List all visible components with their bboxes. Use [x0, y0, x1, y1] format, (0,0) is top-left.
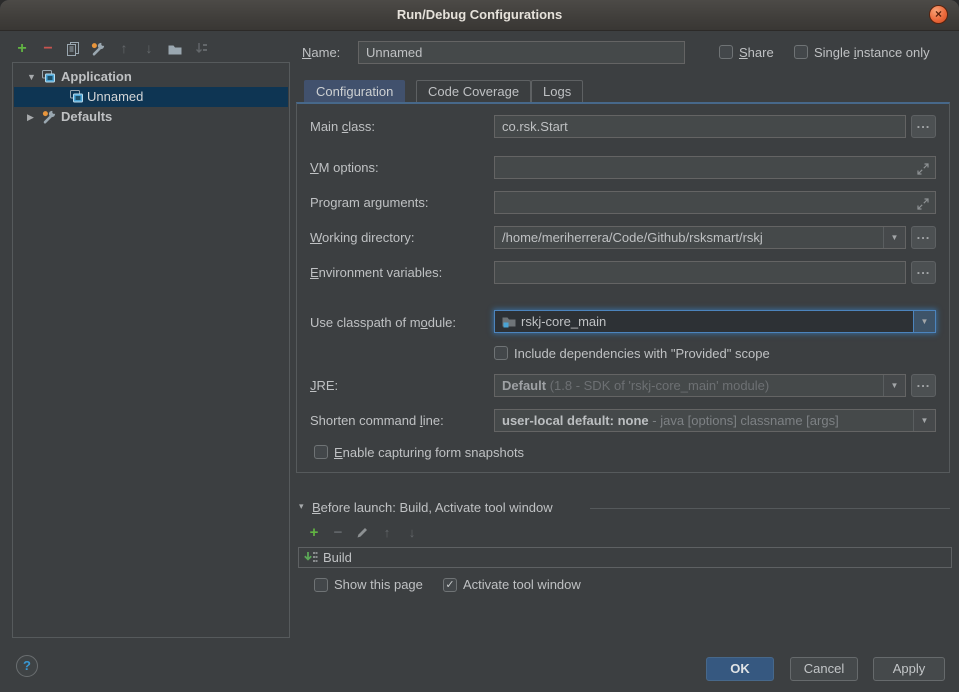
- move-down-icon[interactable]: ↓: [140, 40, 158, 58]
- use-classpath-combobox[interactable]: rskj-core_main ▼: [494, 310, 936, 333]
- expand-field-icon[interactable]: [916, 161, 930, 179]
- jre-browse-button[interactable]: ...: [911, 374, 936, 397]
- help-button[interactable]: ?: [16, 655, 38, 677]
- working-directory-label: Working directory:: [310, 230, 415, 245]
- window-title: Run/Debug Configurations: [0, 7, 959, 22]
- title-bar[interactable]: Run/Debug Configurations ×: [0, 0, 959, 31]
- jre-label: JRE:: [310, 378, 338, 393]
- wrench-icon: [41, 109, 57, 125]
- chevron-collapsed-icon[interactable]: ▶: [27, 107, 34, 127]
- check-icon: ✓: [445, 579, 454, 591]
- activate-tool-window-checkbox[interactable]: ✓: [443, 578, 457, 592]
- use-classpath-label: Use classpath of module:: [310, 315, 456, 330]
- remove-configuration-button[interactable]: −: [39, 40, 57, 58]
- name-label: Name:: [302, 45, 340, 60]
- task-label: Build: [323, 548, 352, 567]
- application-icon: [41, 69, 57, 85]
- tree-item-label: Defaults: [61, 107, 112, 127]
- expand-field-icon[interactable]: [916, 196, 930, 214]
- environment-variables-input[interactable]: [494, 261, 906, 284]
- add-task-button[interactable]: +: [306, 525, 322, 541]
- question-icon: ?: [23, 658, 31, 673]
- activate-tool-window-label: Activate tool window: [463, 577, 581, 592]
- main-class-input[interactable]: co.rsk.Start: [494, 115, 906, 138]
- shorten-command-line-combobox[interactable]: user-local default: none - java [options…: [494, 409, 936, 432]
- move-task-down-icon[interactable]: ↓: [404, 525, 420, 541]
- tab-logs[interactable]: Logs: [531, 80, 583, 103]
- configurations-tree: ▼ Application Unnamed ▶ Defaults: [12, 62, 290, 638]
- main-class-browse-button[interactable]: ...: [911, 115, 936, 138]
- move-task-up-icon[interactable]: ↑: [379, 525, 395, 541]
- enable-capturing-label: Enable capturing form snapshots: [334, 445, 524, 460]
- name-input[interactable]: Unnamed: [358, 41, 685, 64]
- dropdown-arrow-icon[interactable]: ▼: [883, 375, 905, 396]
- run-debug-configurations-dialog: Run/Debug Configurations × + − ↑ ↓ ▼ App…: [0, 0, 959, 692]
- build-icon: [303, 550, 319, 571]
- tab-configuration[interactable]: Configuration: [304, 80, 405, 103]
- apply-button[interactable]: Apply: [873, 657, 945, 681]
- before-launch-title: Before launch: Build, Activate tool wind…: [312, 500, 553, 515]
- environment-variables-label: Environment variables:: [310, 265, 442, 280]
- include-dependencies-checkbox[interactable]: [494, 346, 508, 360]
- chevron-expanded-icon[interactable]: ▼: [27, 67, 36, 87]
- working-directory-combobox[interactable]: /home/meriherrera/Code/Github/rsksmart/r…: [494, 226, 906, 249]
- shorten-command-line-label: Shorten command line:: [310, 413, 444, 428]
- remove-task-button[interactable]: −: [330, 525, 346, 541]
- ok-button[interactable]: OK: [706, 657, 774, 681]
- dropdown-arrow-icon[interactable]: ▼: [913, 311, 935, 332]
- tree-item-label: Application: [61, 67, 132, 87]
- tree-item-label: Unnamed: [87, 87, 143, 107]
- edit-defaults-wrench-icon[interactable]: [89, 41, 107, 59]
- vm-options-label: VM options:: [310, 160, 379, 175]
- share-checkbox[interactable]: [719, 45, 733, 59]
- tree-item-unnamed-selected[interactable]: Unnamed: [14, 87, 288, 107]
- add-configuration-button[interactable]: +: [13, 40, 31, 58]
- program-arguments-label: Program arguments:: [310, 195, 429, 210]
- dropdown-arrow-icon[interactable]: ▼: [883, 227, 905, 248]
- vm-options-input[interactable]: [494, 156, 936, 179]
- sort-configurations-icon[interactable]: [192, 40, 210, 58]
- working-directory-browse-button[interactable]: ...: [911, 226, 936, 249]
- show-this-page-label: Show this page: [334, 577, 423, 592]
- application-icon: [69, 89, 85, 105]
- dropdown-arrow-icon[interactable]: ▼: [913, 410, 935, 431]
- main-class-label: Main class:: [310, 119, 375, 134]
- edit-task-pencil-icon[interactable]: [354, 526, 370, 542]
- tree-item-application[interactable]: ▼ Application: [14, 67, 288, 87]
- tree-item-defaults[interactable]: ▶ Defaults: [14, 107, 288, 127]
- single-instance-label: Single instance only: [814, 45, 930, 60]
- module-icon: [501, 314, 517, 333]
- section-divider: [590, 508, 950, 509]
- show-this-page-checkbox[interactable]: [314, 578, 328, 592]
- before-launch-task-list[interactable]: Build: [298, 547, 952, 568]
- tab-code-coverage[interactable]: Code Coverage: [416, 80, 531, 103]
- create-folder-icon[interactable]: [166, 41, 184, 59]
- single-instance-checkbox[interactable]: [794, 45, 808, 59]
- close-button[interactable]: ×: [929, 5, 948, 24]
- environment-variables-browse-button[interactable]: ...: [911, 261, 936, 284]
- section-collapse-icon[interactable]: ▾: [299, 501, 304, 512]
- program-arguments-input[interactable]: [494, 191, 936, 214]
- include-dependencies-label: Include dependencies with "Provided" sco…: [514, 346, 770, 361]
- jre-combobox[interactable]: Default (1.8 - SDK of 'rskj-core_main' m…: [494, 374, 906, 397]
- copy-configuration-icon[interactable]: [64, 41, 82, 59]
- close-icon: ×: [935, 7, 942, 21]
- enable-capturing-checkbox[interactable]: [314, 445, 328, 459]
- move-up-icon[interactable]: ↑: [115, 40, 133, 58]
- cancel-button[interactable]: Cancel: [790, 657, 858, 681]
- share-label: Share: [739, 45, 774, 60]
